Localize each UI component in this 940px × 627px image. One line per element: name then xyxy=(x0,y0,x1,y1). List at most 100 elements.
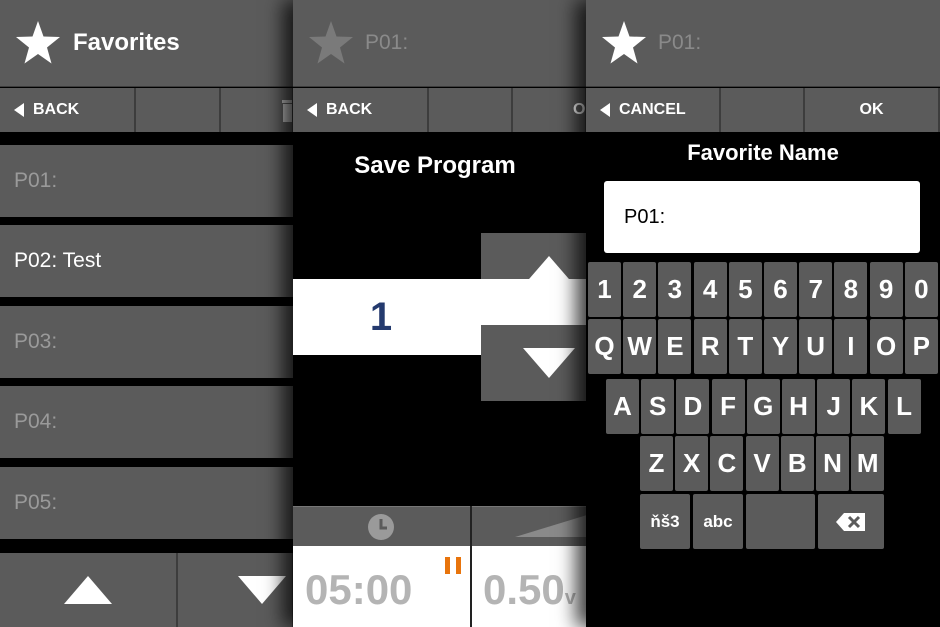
number-strip xyxy=(481,279,587,325)
key-8[interactable]: 8 xyxy=(834,262,868,317)
up-arrow-icon xyxy=(64,576,112,604)
key-b[interactable]: B xyxy=(780,436,814,491)
back-button[interactable]: BACK xyxy=(293,88,429,132)
key-p[interactable]: P xyxy=(904,319,938,374)
key-4[interactable]: 4 xyxy=(693,262,727,317)
scroll-down-button[interactable] xyxy=(178,553,294,627)
save-program-title: Save Program xyxy=(354,152,516,179)
favorite-name-input[interactable] xyxy=(604,181,920,253)
list-item-label: P04: xyxy=(14,410,58,433)
list-item-label: P01: xyxy=(14,169,58,192)
backspace-icon xyxy=(836,512,865,531)
star-icon xyxy=(16,21,60,64)
key-n[interactable]: N xyxy=(816,436,849,491)
key-2[interactable]: 2 xyxy=(623,262,657,317)
key-j[interactable]: J xyxy=(817,379,851,434)
key-s[interactable]: S xyxy=(641,379,675,434)
key-a[interactable]: A xyxy=(606,379,639,434)
back-label: BACK xyxy=(33,101,80,118)
volume-ramp-icon xyxy=(515,515,587,537)
toolbar-blank-button[interactable] xyxy=(721,88,805,132)
ok-label: OK xyxy=(573,101,586,118)
header-title: P01: xyxy=(365,31,409,54)
key-d[interactable]: D xyxy=(676,379,710,434)
list-item-label: P05: xyxy=(14,491,58,514)
volume-value: 0.50v xyxy=(483,566,576,614)
volume-unit: v xyxy=(564,587,576,609)
page-title: Favorites xyxy=(73,29,180,56)
favorites-panel: Favorites BACK P01: P02: Test P03: P04: … xyxy=(0,0,294,627)
ok-label: OK xyxy=(859,101,884,118)
scroll-up-button[interactable] xyxy=(0,553,178,627)
star-icon xyxy=(602,21,646,64)
down-arrow-icon xyxy=(523,348,575,378)
key-y[interactable]: Y xyxy=(764,319,797,374)
back-arrow-icon xyxy=(14,103,24,117)
space-key[interactable] xyxy=(746,494,815,549)
key-g[interactable]: G xyxy=(746,379,780,434)
ok-button[interactable]: OK xyxy=(513,88,587,132)
key-l[interactable]: L xyxy=(887,379,921,434)
save-header: P01: xyxy=(293,0,587,87)
key-e[interactable]: E xyxy=(658,319,692,374)
list-item-label: P02: Test xyxy=(14,249,102,272)
key-o[interactable]: O xyxy=(869,319,903,374)
status-divider xyxy=(470,506,472,627)
list-item[interactable]: P01: xyxy=(0,145,294,217)
key-5[interactable]: 5 xyxy=(728,262,762,317)
key-r[interactable]: R xyxy=(693,319,727,374)
time-value: 05:00 xyxy=(305,566,413,613)
key-h[interactable]: H xyxy=(782,379,815,434)
cancel-button[interactable]: CANCEL xyxy=(586,88,721,132)
backspace-key[interactable] xyxy=(818,494,884,549)
back-button[interactable]: BACK xyxy=(0,88,136,132)
list-item[interactable]: P02: Test xyxy=(0,225,294,297)
star-icon xyxy=(309,21,353,64)
key-u[interactable]: U xyxy=(799,319,833,374)
delete-button[interactable] xyxy=(221,88,294,132)
save-program-panel: P01: BACK OK Save Program 1 05:00 0.50v xyxy=(293,0,587,627)
key-6[interactable]: 6 xyxy=(764,262,797,317)
lowercase-key[interactable]: abc xyxy=(693,494,743,549)
symbols-key[interactable]: ňš3 xyxy=(640,494,690,549)
clock-icon xyxy=(368,514,394,540)
key-9[interactable]: 9 xyxy=(869,262,903,317)
key-c[interactable]: C xyxy=(710,436,744,491)
toolbar: CANCEL OK xyxy=(586,88,940,132)
back-label: BACK xyxy=(326,101,373,118)
key-0[interactable]: 0 xyxy=(904,262,938,317)
key-m[interactable]: M xyxy=(851,436,885,491)
back-arrow-icon xyxy=(600,103,610,117)
status-header xyxy=(293,506,587,546)
key-v[interactable]: V xyxy=(745,436,779,491)
pause-icon xyxy=(445,557,462,574)
key-k[interactable]: K xyxy=(852,379,886,434)
toolbar: BACK OK xyxy=(293,88,587,132)
key-z[interactable]: Z xyxy=(640,436,673,491)
key-q[interactable]: Q xyxy=(588,319,621,374)
favorite-name-header: P01: xyxy=(586,0,940,87)
favorite-name-panel: P01: CANCEL OK Favorite Name 1234567890 Q… xyxy=(586,0,940,627)
key-t[interactable]: T xyxy=(728,319,762,374)
header-title: P01: xyxy=(658,31,702,54)
program-number-field[interactable]: 1 xyxy=(293,279,481,355)
program-number-value: 1 xyxy=(369,294,393,339)
decrement-button[interactable] xyxy=(481,325,587,401)
list-item[interactable]: P03: xyxy=(0,306,294,378)
key-w[interactable]: W xyxy=(623,319,657,374)
key-i[interactable]: I xyxy=(834,319,868,374)
favorites-header: Favorites xyxy=(0,0,294,87)
toolbar-blank-button[interactable] xyxy=(136,88,221,132)
key-7[interactable]: 7 xyxy=(799,262,833,317)
toolbar-blank-button[interactable] xyxy=(429,88,513,132)
key-3[interactable]: 3 xyxy=(658,262,692,317)
key-f[interactable]: F xyxy=(711,379,745,434)
key-1[interactable]: 1 xyxy=(588,262,621,317)
back-arrow-icon xyxy=(307,103,317,117)
favorite-name-title: Favorite Name xyxy=(687,140,839,165)
list-item[interactable]: P05: xyxy=(0,467,294,539)
key-x[interactable]: X xyxy=(675,436,709,491)
list-item[interactable]: P04: xyxy=(0,386,294,458)
ok-button[interactable]: OK xyxy=(805,88,940,132)
toolbar: BACK xyxy=(0,88,294,132)
